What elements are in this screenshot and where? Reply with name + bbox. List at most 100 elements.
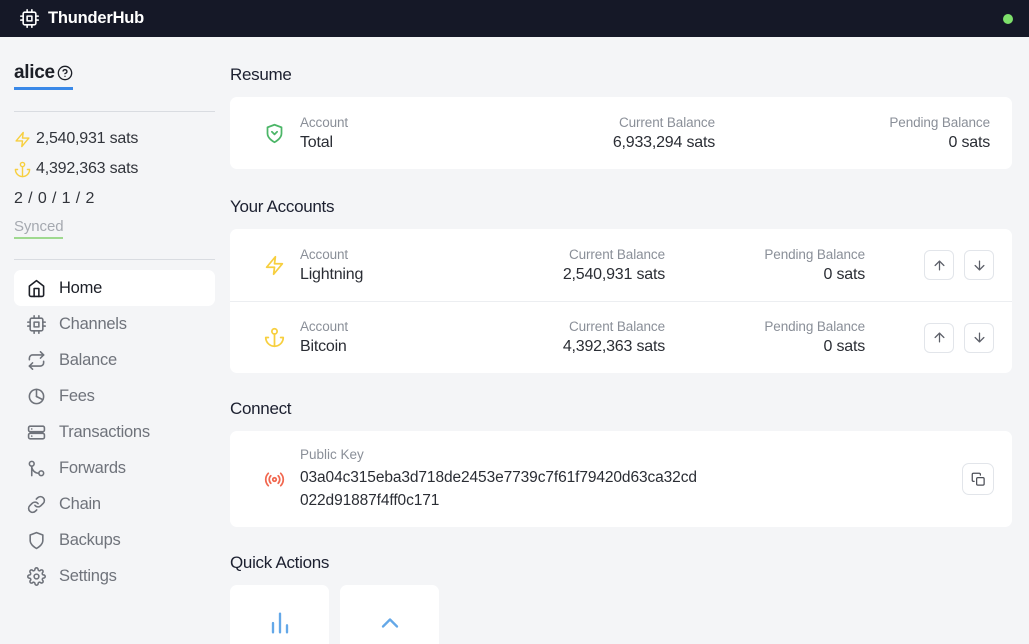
sidebar-item-balance[interactable]: Balance bbox=[14, 342, 215, 378]
sidebar-item-transactions[interactable]: Transactions bbox=[14, 414, 215, 450]
sidebar-item-label: Balance bbox=[59, 350, 117, 369]
column-header-pending-balance: Pending Balance bbox=[764, 319, 865, 334]
sidebar-item-label: Chain bbox=[59, 494, 101, 513]
account-col: Account Bitcoin bbox=[300, 319, 450, 356]
sidebar-item-label: Transactions bbox=[59, 422, 150, 441]
accounts-card: Account Lightning Current Balance 2,540,… bbox=[230, 229, 1012, 373]
repeat-icon bbox=[27, 350, 46, 370]
quick-actions-section: Quick Actions bbox=[230, 553, 1011, 644]
chevron-up-icon bbox=[376, 609, 404, 637]
resume-section: Resume Account Total Current Balance 6,9… bbox=[230, 65, 1012, 169]
main-content: Resume Account Total Current Balance 6,9… bbox=[229, 37, 1029, 644]
home-icon bbox=[27, 279, 46, 298]
arrow-down-icon bbox=[972, 258, 987, 273]
section-title-connect: Connect bbox=[230, 399, 292, 418]
section-title-your-accounts: Your Accounts bbox=[230, 197, 335, 216]
section-title-quick-actions: Quick Actions bbox=[230, 553, 330, 572]
quick-action-card-2[interactable] bbox=[340, 585, 439, 644]
sidebar-item-fees[interactable]: Fees bbox=[14, 378, 215, 414]
receive-button[interactable] bbox=[924, 250, 954, 280]
sidebar-divider-bottom bbox=[14, 259, 215, 260]
user-name: alice bbox=[14, 62, 55, 83]
pending-balance-col: Pending Balance 0 sats bbox=[665, 319, 865, 356]
bar-chart-icon bbox=[266, 609, 294, 637]
account-value: Lightning bbox=[300, 265, 364, 283]
resume-current-value: 6,933,294 sats bbox=[612, 133, 715, 151]
resume-row: Account Total Current Balance 6,933,294 … bbox=[230, 97, 1012, 169]
resume-pending-value: 0 sats bbox=[948, 133, 991, 151]
sidebar-item-settings[interactable]: Settings bbox=[14, 558, 215, 594]
shield-icon bbox=[27, 531, 46, 550]
pie-chart-icon bbox=[27, 387, 46, 406]
app-title: ThunderHub bbox=[48, 9, 145, 27]
resume-card: Account Total Current Balance 6,933,294 … bbox=[230, 97, 1012, 169]
sidebar-item-backups[interactable]: Backups bbox=[14, 522, 215, 558]
column-header-pending-balance: Pending Balance bbox=[889, 114, 990, 130]
pending-balance-value: 0 sats bbox=[823, 265, 866, 283]
shield-check-icon bbox=[248, 123, 300, 144]
receive-button[interactable] bbox=[924, 322, 954, 353]
cpu-icon bbox=[27, 314, 46, 334]
zap-icon bbox=[14, 131, 31, 148]
app-header: ThunderHub bbox=[0, 0, 1029, 37]
lightning-balance-row: 2,540,931 sats bbox=[14, 130, 215, 148]
table-row: Account Lightning Current Balance 2,540,… bbox=[230, 229, 1012, 301]
anchor-icon bbox=[248, 327, 300, 348]
copy-public-key-button[interactable] bbox=[962, 463, 994, 495]
zap-icon bbox=[248, 255, 300, 276]
current-balance-col: Current Balance 2,540,931 sats bbox=[450, 247, 665, 284]
public-key-label: Public Key bbox=[300, 446, 364, 462]
resume-pending-col: Pending Balance 0 sats bbox=[715, 115, 990, 152]
send-button[interactable] bbox=[964, 322, 994, 353]
sidebar-nav: Home Channels Balance Fees Transactions … bbox=[14, 270, 215, 594]
column-header-current-balance: Current Balance bbox=[618, 114, 715, 130]
sidebar-item-channels[interactable]: Channels bbox=[14, 306, 215, 342]
sidebar-item-forwards[interactable]: Forwards bbox=[14, 450, 215, 486]
copy-icon bbox=[971, 472, 986, 487]
public-key-value: 03a04c315eba3d718de2453e7739c7f61f79420d… bbox=[300, 468, 697, 509]
sidebar-item-label: Fees bbox=[59, 386, 95, 405]
column-header-account: Account bbox=[300, 246, 349, 262]
sidebar: alice 2,540,931 sats 4,392,363 sats 2 / … bbox=[0, 37, 229, 644]
arrow-up-icon bbox=[932, 330, 947, 345]
sidebar-item-label: Home bbox=[59, 278, 103, 297]
column-header-pending-balance: Pending Balance bbox=[764, 246, 865, 262]
connect-card: Public Key 03a04c315eba3d718de2453e7739c… bbox=[230, 431, 1012, 527]
cpu-icon bbox=[20, 9, 39, 28]
column-header-current-balance: Current Balance bbox=[568, 319, 665, 334]
help-circle-icon[interactable] bbox=[57, 65, 73, 81]
column-header-account: Account bbox=[300, 114, 349, 130]
resume-account-value: Total bbox=[300, 133, 333, 151]
node-stats: 2,540,931 sats 4,392,363 sats 2 / 0 / 1 … bbox=[14, 112, 215, 239]
public-key-block: Public Key 03a04c315eba3d718de2453e7739c… bbox=[300, 447, 700, 512]
row-actions bbox=[924, 322, 994, 353]
status-dot-icon bbox=[1003, 14, 1013, 24]
server-icon bbox=[27, 423, 46, 442]
resume-account-col: Account Total bbox=[300, 115, 465, 152]
channel-counts: 2 / 0 / 1 / 2 bbox=[14, 190, 95, 207]
arrow-down-icon bbox=[972, 330, 987, 345]
sync-status: Synced bbox=[14, 218, 64, 239]
public-key-row: Public Key 03a04c315eba3d718de2453e7739c… bbox=[230, 431, 1012, 527]
send-button[interactable] bbox=[964, 250, 994, 280]
current-balance-col: Current Balance 4,392,363 sats bbox=[450, 319, 665, 356]
quick-action-card-1[interactable] bbox=[230, 585, 329, 644]
connect-section: Connect Public Key 03a04c315eba3d718de24… bbox=[230, 399, 1012, 527]
user-account-selector[interactable]: alice bbox=[14, 62, 73, 90]
sidebar-item-chain[interactable]: Chain bbox=[14, 486, 215, 522]
column-header-account: Account bbox=[300, 319, 349, 334]
git-merge-icon bbox=[27, 459, 46, 478]
accounts-section: Your Accounts Account Lightning Current … bbox=[230, 197, 1012, 373]
sidebar-item-label: Forwards bbox=[59, 458, 126, 477]
sidebar-item-label: Settings bbox=[59, 566, 117, 585]
anchor-icon bbox=[14, 161, 31, 178]
row-actions bbox=[924, 250, 994, 280]
quick-actions-grid bbox=[230, 585, 1011, 644]
account-value: Bitcoin bbox=[300, 338, 347, 355]
brand[interactable]: ThunderHub bbox=[20, 9, 144, 28]
sidebar-item-home[interactable]: Home bbox=[14, 270, 215, 306]
chain-balance-row: 4,392,363 sats bbox=[14, 160, 215, 178]
lightning-balance-value: 2,540,931 sats bbox=[36, 130, 139, 147]
account-col: Account Lightning bbox=[300, 247, 450, 284]
arrow-up-icon bbox=[932, 258, 947, 273]
